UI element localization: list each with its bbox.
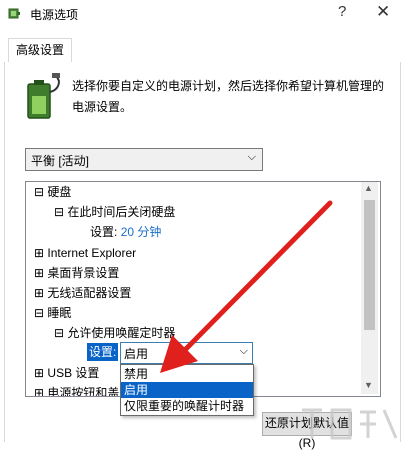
description-text: 选择你要自定义的电源计划，然后选择你希望计算机管理的电源设置。 — [72, 79, 385, 114]
tree-item-internet-explorer[interactable]: ⊞ Internet Explorer — [34, 243, 136, 263]
setting-prefix: 设置: — [90, 225, 118, 239]
tree-item-label: Internet Explorer — [47, 246, 137, 260]
collapse-icon[interactable]: ⊟ — [54, 205, 64, 219]
battery-plug-icon — [27, 73, 60, 119]
power-options-icon — [8, 8, 20, 19]
collapse-icon[interactable]: ⊟ — [34, 306, 44, 320]
tree-item-power-buttons[interactable]: ⊞ 电源按钮和盖 — [34, 383, 120, 397]
collapse-icon[interactable]: ⊟ — [54, 326, 64, 340]
tree-item-wireless-adapter[interactable]: ⊞ 无线适配器设置 — [34, 283, 131, 303]
tree-item-label: 桌面背景设置 — [47, 266, 120, 280]
expand-icon[interactable]: ⊞ — [34, 386, 44, 396]
expand-icon[interactable]: ⊞ — [34, 286, 44, 300]
expand-icon[interactable]: ⊞ — [34, 266, 44, 280]
tree-item-label: 无线适配器设置 — [47, 286, 132, 300]
expand-icon[interactable]: ⊞ — [34, 246, 44, 260]
tree-item-label: 电源按钮和盖 — [47, 386, 120, 397]
window-title: 电源选项 — [30, 8, 79, 22]
chevron-down-icon: ⌵ — [247, 151, 256, 163]
close-button[interactable]: ✕ — [376, 2, 390, 22]
tab-advanced-settings[interactable]: 高级设置 — [8, 38, 72, 63]
expand-icon[interactable]: ⊞ — [34, 366, 44, 380]
plan-select[interactable]: 平衡 [活动] ⌵ — [25, 148, 263, 171]
option-enable[interactable]: 启用 — [121, 382, 253, 398]
scroll-up-icon[interactable]: ▲ — [364, 183, 373, 193]
tree-item-usb-settings[interactable]: ⊞ USB 设置 — [34, 363, 99, 383]
tree-item-label: 硬盘 — [47, 185, 72, 199]
plan-select-value: 平衡 [活动] — [31, 154, 90, 168]
wake-timer-setting-label: 设置: — [87, 343, 119, 361]
tree-item-sleep[interactable]: ⊟ 睡眠 — [34, 303, 71, 323]
scrollbar-thumb[interactable] — [364, 200, 375, 330]
watermark-logo — [302, 408, 398, 440]
scroll-down-icon[interactable]: ▼ — [364, 380, 373, 390]
help-button[interactable]: ? — [338, 3, 346, 20]
option-important-only[interactable]: 仅限重要的唤醒计时器 — [121, 398, 253, 414]
annotation-arrow — [160, 200, 333, 373]
tree-item-label: USB 设置 — [47, 366, 100, 380]
tree-item-desktop-background[interactable]: ⊞ 桌面背景设置 — [34, 263, 119, 283]
tree-item-label: 睡眠 — [47, 306, 72, 320]
collapse-icon[interactable]: ⊟ — [34, 185, 44, 199]
tree-item-hard-disk[interactable]: ⊟ 硬盘 — [34, 182, 71, 202]
wake-timer-select-value: 启用 — [124, 347, 149, 361]
